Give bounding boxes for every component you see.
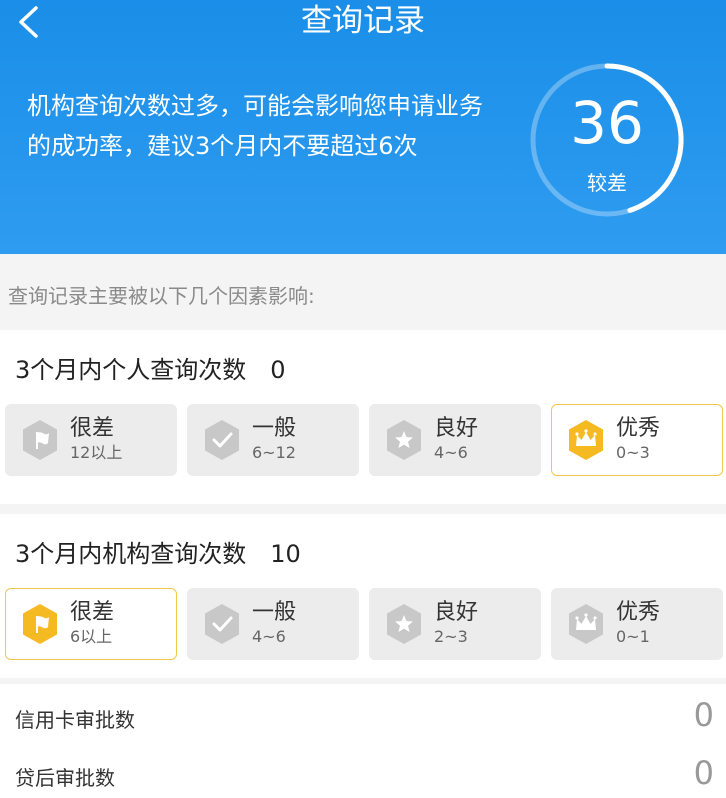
level-range: 4~6 — [434, 443, 468, 462]
card-title-label: 3个月内个人查询次数 — [15, 356, 247, 384]
level-tile[interactable]: 良好 4~6 — [369, 404, 541, 476]
crown-icon — [569, 420, 603, 460]
star-icon — [387, 420, 421, 460]
level-text: 一般 6~12 — [252, 416, 296, 464]
level-label: 一般 — [252, 600, 297, 625]
stats-list: 信用卡审批数 0 贷后审批数 0 — [0, 684, 726, 798]
flag-icon — [23, 420, 57, 460]
level-text: 一般 4~6 — [252, 600, 296, 648]
level-text: 很差 12以上 — [70, 416, 122, 464]
level-text: 很差 6以上 — [70, 600, 114, 648]
stat-row-credit-card[interactable]: 信用卡审批数 0 — [0, 688, 726, 744]
level-text: 良好 2~3 — [434, 600, 478, 648]
crown-icon — [569, 604, 603, 644]
level-tile[interactable]: 一般 4~6 — [187, 588, 359, 660]
card-title: 3个月内个人查询次数 0 — [15, 350, 286, 385]
level-tile[interactable]: 优秀 0~1 — [551, 588, 723, 660]
star-icon — [387, 604, 421, 644]
flag-icon — [23, 604, 57, 644]
level-range: 0~3 — [616, 443, 650, 462]
score-value: 36 — [570, 89, 644, 157]
level-tiles: 很差 12以上 一般 6~12 良好 4~6 优秀 0~3 — [5, 404, 723, 476]
level-tile[interactable]: 一般 6~12 — [187, 404, 359, 476]
query-count: 10 — [270, 540, 301, 568]
warning-message: 机构查询次数过多，可能会影响您申请业务的成功率，建议3个月内不要超过6次 — [27, 92, 483, 160]
level-range: 12以上 — [70, 443, 123, 462]
level-label: 优秀 — [616, 416, 661, 441]
stat-row-post-loan[interactable]: 贷后审批数 0 — [0, 746, 726, 798]
page-title: 查询记录 — [301, 3, 425, 39]
level-range: 6以上 — [70, 627, 113, 646]
check-icon — [205, 604, 239, 644]
check-icon — [205, 420, 239, 460]
level-label: 良好 — [434, 600, 479, 625]
intro-text: 查询记录主要被以下几个因素影响: — [8, 284, 315, 308]
score-gauge: 36 较差 — [528, 61, 686, 219]
level-tile[interactable]: 优秀 0~3 — [551, 404, 723, 476]
stat-value: 0 — [693, 696, 714, 734]
level-tile[interactable]: 很差 6以上 — [5, 588, 177, 660]
level-label: 一般 — [252, 416, 297, 441]
stat-label: 信用卡审批数 — [15, 708, 135, 732]
level-text: 优秀 0~3 — [616, 416, 660, 464]
level-tile[interactable]: 良好 2~3 — [369, 588, 541, 660]
level-label: 很差 — [70, 600, 115, 625]
level-label: 优秀 — [616, 600, 661, 625]
institution-query-card: 3个月内机构查询次数 10 很差 6以上 一般 4~6 良好 2~3 优秀 0~1 — [0, 514, 726, 678]
level-text: 优秀 0~1 — [616, 600, 660, 648]
stat-value: 0 — [693, 754, 714, 792]
level-label: 良好 — [434, 416, 479, 441]
level-range: 4~6 — [252, 627, 286, 646]
personal-query-card: 3个月内个人查询次数 0 很差 12以上 一般 6~12 良好 4~6 优秀 0~3 — [0, 330, 726, 504]
level-tile[interactable]: 很差 12以上 — [5, 404, 177, 476]
header-banner: 查询记录 机构查询次数过多，可能会影响您申请业务的成功率，建议3个月内不要超过6… — [0, 0, 726, 254]
level-range: 6~12 — [252, 443, 296, 462]
level-label: 很差 — [70, 416, 115, 441]
level-range: 0~1 — [616, 627, 650, 646]
card-title: 3个月内机构查询次数 10 — [15, 534, 301, 569]
card-title-label: 3个月内机构查询次数 — [15, 540, 247, 568]
level-text: 良好 4~6 — [434, 416, 478, 464]
level-tiles: 很差 6以上 一般 4~6 良好 2~3 优秀 0~1 — [5, 588, 723, 660]
score-level: 较差 — [587, 171, 627, 195]
level-range: 2~3 — [434, 627, 468, 646]
stat-label: 贷后审批数 — [15, 766, 115, 790]
query-count: 0 — [270, 356, 286, 384]
